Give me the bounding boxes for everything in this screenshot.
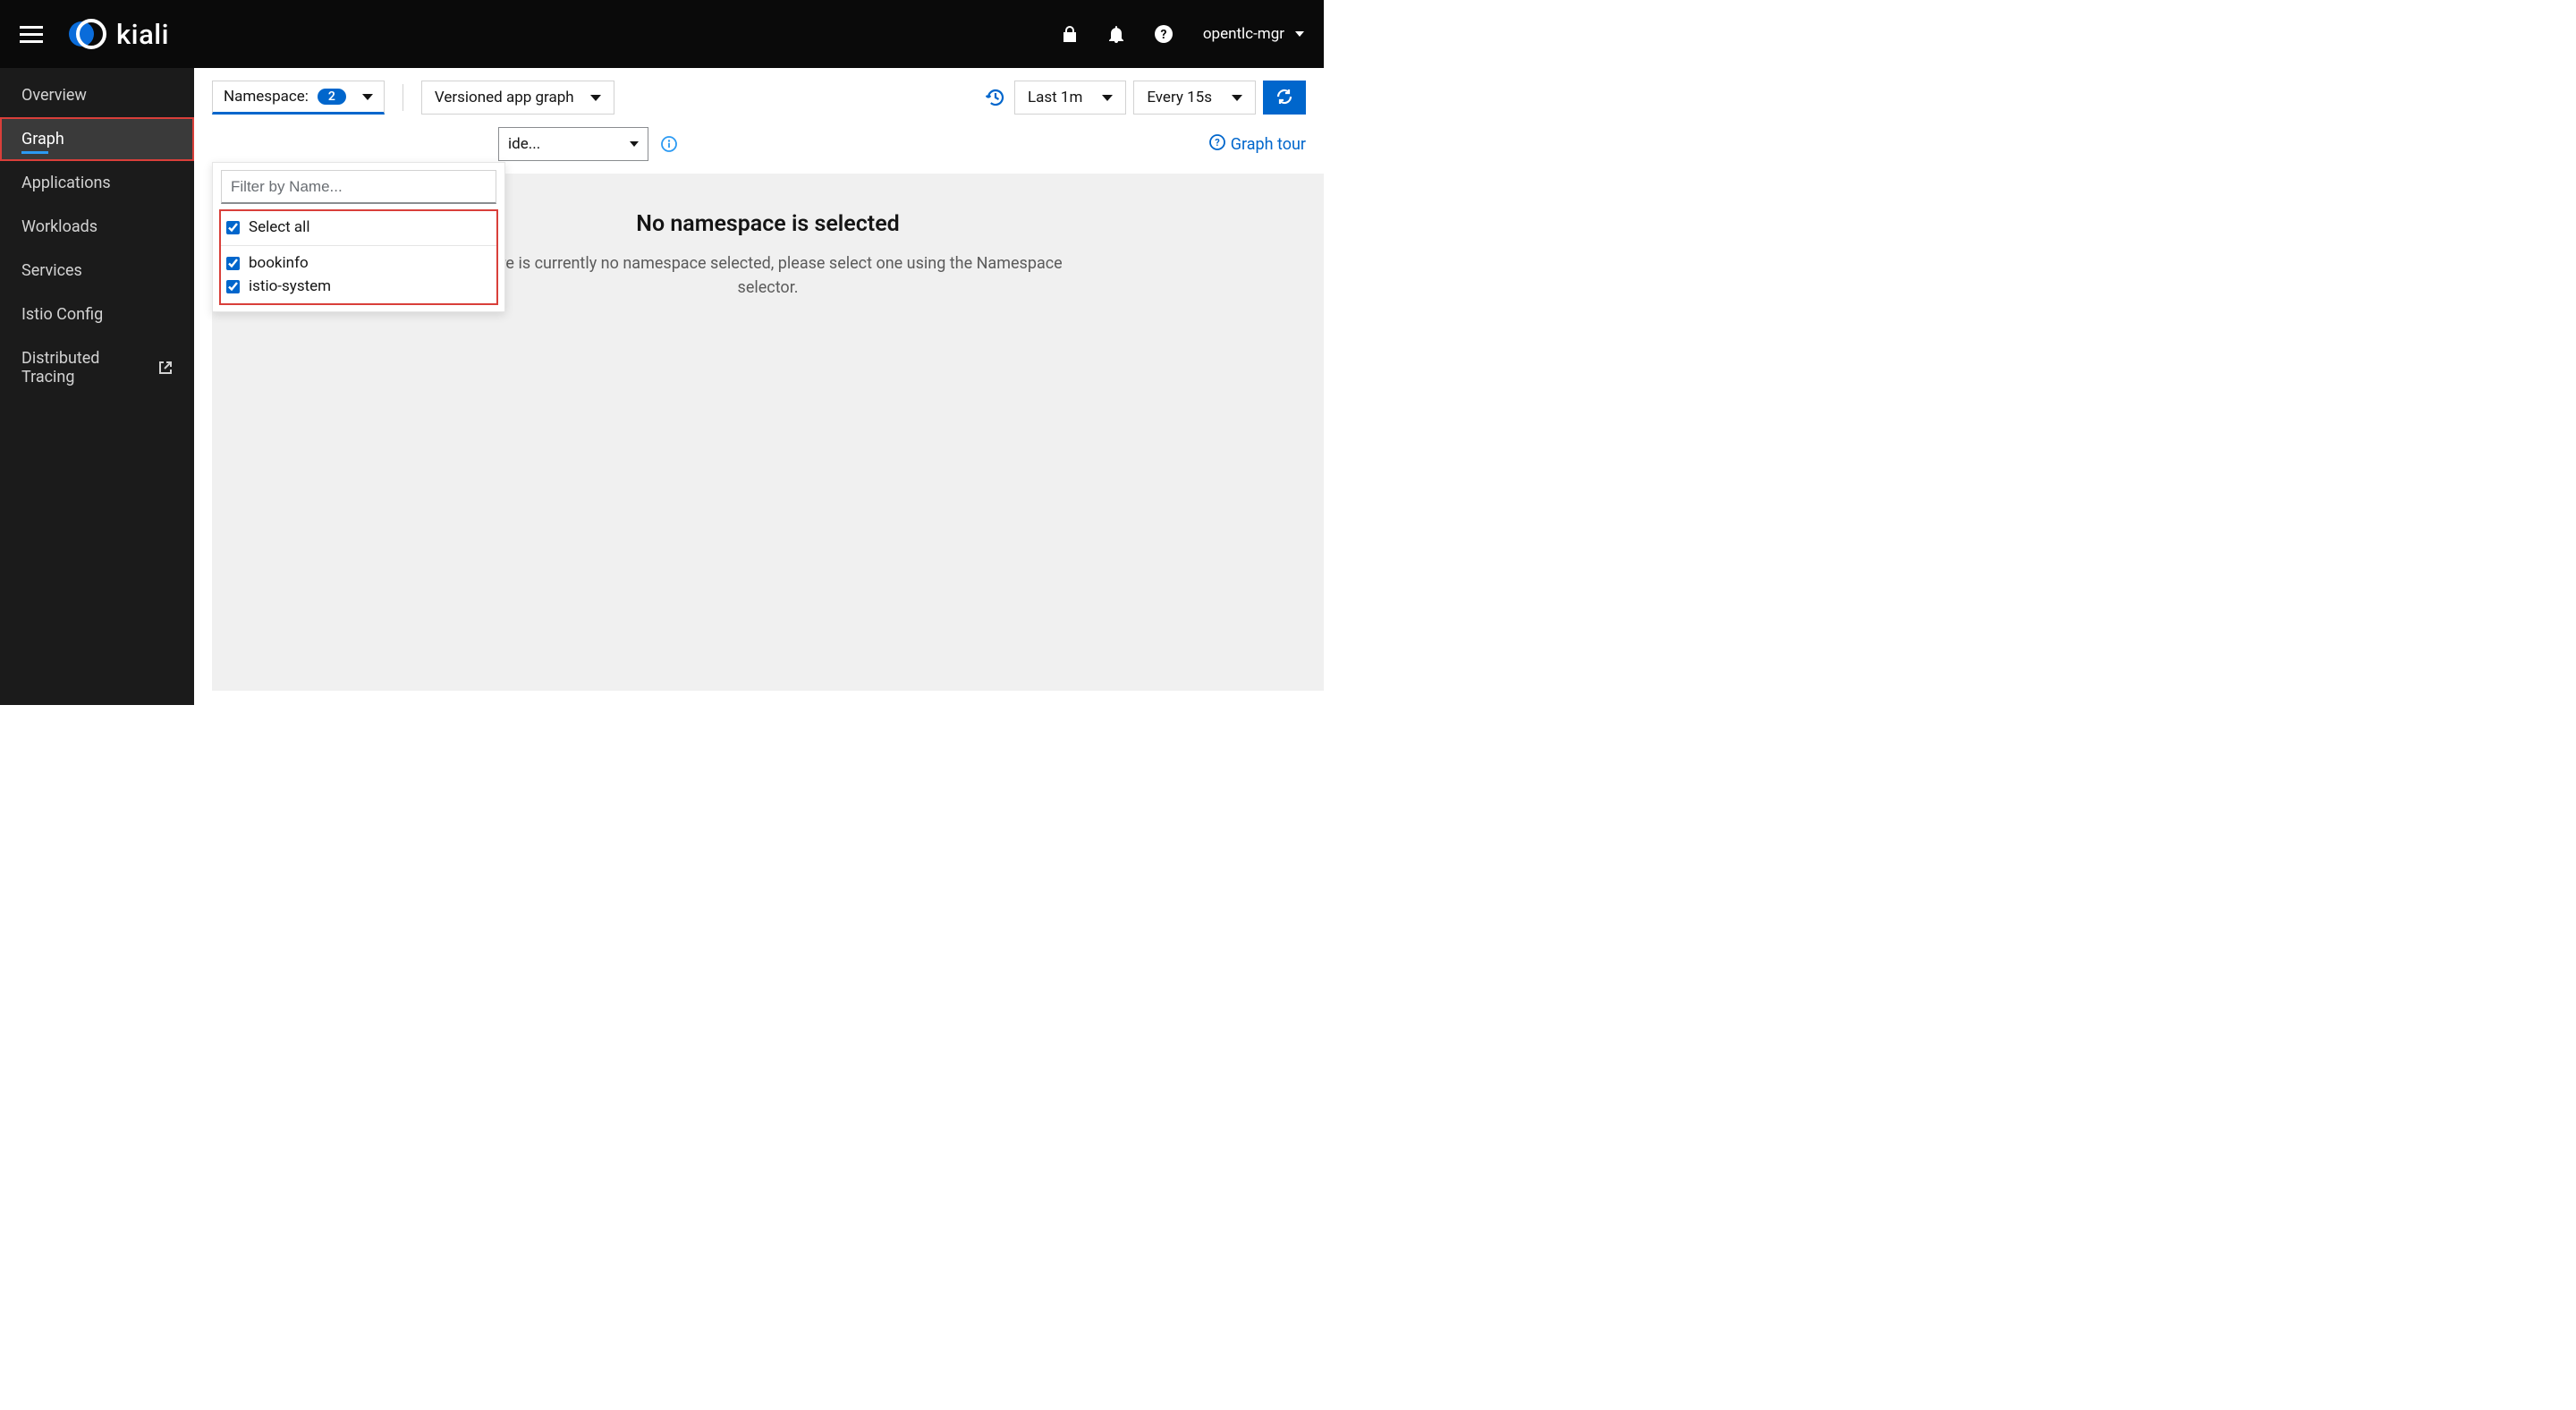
refresh-button[interactable] [1263, 81, 1306, 115]
sidebar-item-label: Istio Config [21, 305, 103, 324]
masthead: kiali ? opentlc-mgr [0, 0, 1324, 68]
brand[interactable]: kiali [68, 17, 169, 51]
kiali-logo-icon [68, 17, 107, 51]
svg-text:?: ? [1160, 28, 1166, 42]
lock-icon[interactable] [1062, 25, 1078, 43]
bell-icon[interactable] [1108, 25, 1124, 43]
refresh-interval-selector[interactable]: Every 15s [1133, 81, 1256, 115]
refresh-interval-label: Every 15s [1147, 89, 1212, 106]
time-range-selector[interactable]: Last 1m [1014, 81, 1126, 115]
sidebar-item-label: Distributed Tracing [21, 349, 151, 386]
namespace-selector[interactable]: Namespace: 2 [212, 81, 385, 115]
namespace-item-label: istio-system [249, 277, 331, 295]
external-link-icon [158, 361, 173, 375]
caret-down-icon [1232, 95, 1242, 101]
sidebar-item-applications[interactable]: Applications [0, 161, 194, 205]
namespace-label: Namespace: [224, 88, 309, 106]
select-all-label: Select all [249, 218, 309, 236]
caret-down-icon [630, 141, 639, 147]
caret-down-icon [590, 95, 601, 101]
caret-down-icon [1102, 95, 1113, 101]
select-all-checkbox[interactable] [226, 221, 240, 234]
graph-type-selector[interactable]: Versioned app graph [421, 81, 614, 115]
sidebar-item-istio-config[interactable]: Istio Config [0, 293, 194, 336]
sidebar-item-label: Workloads [21, 217, 97, 236]
time-range-label: Last 1m [1028, 89, 1082, 106]
info-icon[interactable] [661, 136, 677, 152]
user-dropdown[interactable]: opentlc-mgr [1203, 25, 1304, 43]
caret-down-icon [1295, 31, 1304, 37]
sidebar-item-distributed-tracing[interactable]: Distributed Tracing [0, 336, 194, 399]
sidebar-item-label: Overview [21, 86, 87, 105]
sidebar-item-label: Services [21, 261, 82, 280]
namespace-dropdown-panel: Select all bookinfo istio-system [212, 162, 505, 312]
brand-text: kiali [116, 18, 169, 51]
sidebar-item-label: Graph [21, 130, 64, 149]
masthead-tools: ? opentlc-mgr [1062, 25, 1304, 43]
empty-state-title: No namespace is selected [446, 211, 1090, 237]
hide-selector[interactable]: ide... [498, 127, 648, 161]
graph-tour-label: Graph tour [1231, 135, 1306, 154]
sidebar-item-label: Applications [21, 174, 111, 192]
hide-label: ide... [508, 135, 540, 153]
namespace-select-all[interactable]: Select all [221, 211, 496, 246]
svg-text:?: ? [1215, 137, 1220, 149]
namespace-checkbox[interactable] [226, 280, 240, 293]
graph-tour-link[interactable]: ? Graph tour [1209, 134, 1306, 155]
namespace-checkbox[interactable] [226, 257, 240, 270]
namespace-item-label: bookinfo [249, 254, 309, 272]
namespace-list-highlight: Select all bookinfo istio-system [219, 209, 498, 305]
namespace-count-badge: 2 [318, 89, 346, 105]
namespace-item-bookinfo[interactable]: bookinfo [226, 251, 491, 275]
sidebar-item-services[interactable]: Services [0, 249, 194, 293]
hamburger-menu[interactable] [20, 26, 43, 43]
main: Namespace: 2 Versioned app graph Last 1m [194, 68, 1324, 705]
sidebar-item-graph[interactable]: Graph [0, 117, 194, 161]
graph-type-label: Versioned app graph [435, 89, 574, 106]
empty-state-description: There is currently no namespace selected… [446, 251, 1090, 300]
help-icon[interactable]: ? [1155, 25, 1173, 43]
divider [402, 84, 403, 111]
caret-down-icon [362, 94, 373, 100]
sidebar-item-workloads[interactable]: Workloads [0, 205, 194, 249]
namespace-filter-input[interactable] [221, 170, 496, 204]
empty-state: No namespace is selected There is curren… [446, 211, 1090, 300]
refresh-icon [1275, 88, 1293, 108]
user-label: opentlc-mgr [1203, 25, 1284, 43]
help-circle-icon: ? [1209, 134, 1225, 155]
namespace-item-istio-system[interactable]: istio-system [226, 275, 491, 298]
toolbar-secondary: Select all bookinfo istio-system [194, 115, 1324, 174]
toolbar: Namespace: 2 Versioned app graph Last 1m [194, 68, 1324, 115]
sidebar: Overview Graph Applications Workloads Se… [0, 68, 194, 705]
history-icon[interactable] [986, 88, 1005, 107]
sidebar-item-overview[interactable]: Overview [0, 73, 194, 117]
